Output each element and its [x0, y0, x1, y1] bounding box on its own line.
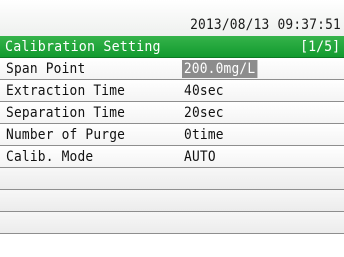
calib-mode-value-field[interactable]: AUTO — [184, 148, 216, 166]
date-time-display: 2013/08/13 09:37:51 — [190, 17, 341, 33]
setting-label: Separation Time — [6, 105, 126, 121]
extraction-time-value-field[interactable]: 40sec — [184, 82, 224, 100]
setting-label: Span Point — [6, 61, 86, 77]
setting-row-number-of-purge[interactable]: Number of Purge 0time — [0, 124, 344, 146]
empty-row — [0, 212, 344, 234]
setting-label: Calib. Mode — [6, 149, 94, 165]
title-bar: Calibration Setting [1/5] — [0, 36, 344, 58]
separation-time-value-field[interactable]: 20sec — [184, 104, 224, 122]
setting-row-calib-mode[interactable]: Calib. Mode AUTO — [0, 146, 344, 168]
setting-label: Extraction Time — [6, 83, 126, 99]
calibration-setting-screen: 2013/08/13 09:37:51 Calibration Setting … — [0, 0, 344, 257]
page-title: Calibration Setting — [5, 39, 161, 55]
empty-row — [0, 168, 344, 190]
span-point-value-field[interactable]: 200.0mg/L — [182, 60, 258, 78]
page-indicator: [1/5] — [299, 39, 340, 55]
setting-row-separation-time[interactable]: Separation Time 20sec — [0, 102, 344, 124]
status-bar: 2013/08/13 09:37:51 — [0, 0, 344, 36]
setting-row-extraction-time[interactable]: Extraction Time 40sec — [0, 80, 344, 102]
setting-label: Number of Purge — [6, 127, 126, 143]
number-of-purge-value-field[interactable]: 0time — [184, 126, 224, 144]
setting-row-span-point[interactable]: Span Point 200.0mg/L — [0, 58, 344, 80]
empty-row — [0, 190, 344, 212]
settings-list: Span Point 200.0mg/L Extraction Time 40s… — [0, 58, 344, 234]
